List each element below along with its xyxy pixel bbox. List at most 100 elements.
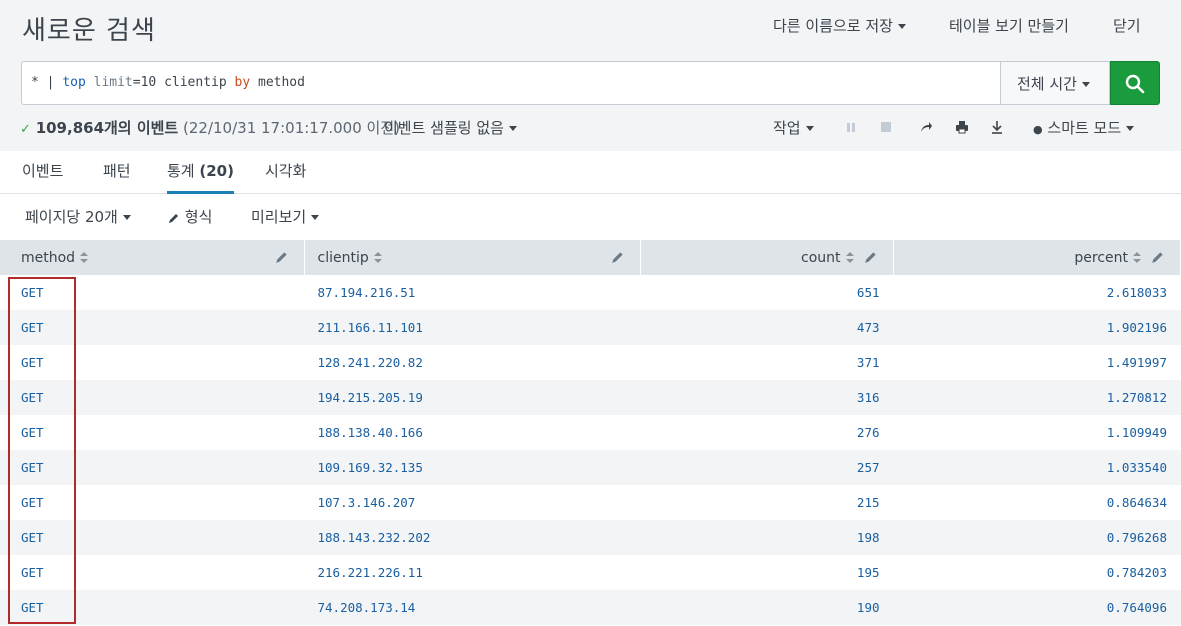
cell-percent[interactable]: 1.033540 [893,450,1181,485]
cell-count[interactable]: 198 [640,520,893,555]
cell-count[interactable]: 473 [640,310,893,345]
table-row: GET 188.143.232.202 198 0.796268 [0,520,1181,555]
chevron-down-icon [805,126,814,131]
cell-count[interactable]: 190 [640,590,893,625]
cell-count[interactable]: 215 [640,485,893,520]
cell-clientip[interactable]: 109.169.32.135 [304,450,640,485]
cell-clientip[interactable]: 188.138.40.166 [304,415,640,450]
chevron-down-icon [311,215,320,220]
cell-count[interactable]: 195 [640,555,893,590]
cell-clientip[interactable]: 87.194.216.51 [304,275,640,310]
cell-method[interactable]: GET [0,345,304,380]
save-as-label: 다른 이름으로 저장 [773,17,893,35]
column-header-percent[interactable]: percent [893,240,1181,275]
page-title: 새로운 검색 [22,16,156,46]
share-icon[interactable] [919,120,933,134]
search-mode-label: 스마트 모드 [1047,119,1122,137]
cell-clientip[interactable]: 128.241.220.82 [304,345,640,380]
query-token: | [46,75,55,90]
sort-icon[interactable] [1133,251,1141,264]
cell-method[interactable]: GET [0,380,304,415]
chevron-down-icon [897,24,906,29]
cell-method[interactable]: GET [0,520,304,555]
pencil-icon[interactable] [1151,250,1165,264]
pencil-icon[interactable] [864,250,878,264]
chevron-down-icon [1081,82,1090,87]
pencil-icon[interactable] [275,250,289,264]
cell-count[interactable]: 276 [640,415,893,450]
cell-method[interactable]: GET [0,485,304,520]
cell-count[interactable]: 651 [640,275,893,310]
cell-count[interactable]: 257 [640,450,893,485]
chevron-down-icon [1126,126,1135,131]
cell-clientip[interactable]: 216.221.226.11 [304,555,640,590]
print-icon[interactable] [955,120,969,134]
table-row: GET 216.221.226.11 195 0.784203 [0,555,1181,590]
table-row: GET 194.215.205.19 316 1.270812 [0,380,1181,415]
sort-icon[interactable] [845,251,854,264]
table-options: 페이지당 20개 형식 미리보기 [0,194,1181,240]
table-row: GET 211.166.11.101 473 1.902196 [0,310,1181,345]
cell-percent[interactable]: 0.864634 [893,485,1181,520]
save-as-menu[interactable]: 다른 이름으로 저장 [773,15,906,36]
check-icon: ✓ [20,122,31,137]
column-header-clientip[interactable]: clientip [304,240,641,275]
stop-icon[interactable] [879,120,893,134]
cell-method[interactable]: GET [0,555,304,590]
query-token: limit [93,75,133,90]
cell-clientip[interactable]: 188.143.232.202 [304,520,640,555]
format-menu[interactable]: 형식 [168,206,212,227]
cell-clientip[interactable]: 194.215.205.19 [304,380,640,415]
bulb-icon: ● [1033,123,1043,136]
tab-patterns[interactable]: 패턴 [103,160,131,191]
search-header: 새로운 검색 다른 이름으로 저장 테이블 보기 만들기 닫기 * | top … [0,0,1181,151]
pencil-icon [169,213,178,223]
column-label: percent [1074,249,1128,266]
download-icon[interactable] [990,120,1004,134]
cell-clientip[interactable]: 211.166.11.101 [304,310,640,345]
chevron-down-icon [122,215,131,220]
cell-clientip[interactable]: 74.208.173.14 [304,590,640,625]
cell-method[interactable]: GET [0,590,304,625]
sampling-label: 이벤트 샘플링 없음 [384,119,504,137]
search-icon [1125,74,1145,94]
per-page-menu[interactable]: 페이지당 20개 [25,206,131,227]
job-menu[interactable]: 작업 [773,117,814,138]
tab-statistics-label: 통계 [167,162,195,180]
pencil-icon[interactable] [611,250,625,264]
cell-method[interactable]: GET [0,415,304,450]
format-label: 형식 [184,208,213,226]
sampling-menu[interactable]: 이벤트 샘플링 없음 [384,117,517,138]
cell-percent[interactable]: 1.902196 [893,310,1181,345]
column-label: clientip [317,249,369,266]
cell-percent[interactable]: 0.764096 [893,590,1181,625]
chevron-down-icon [508,126,517,131]
time-range-picker[interactable]: 전체 시간 [1000,61,1110,105]
cell-percent[interactable]: 1.270812 [893,380,1181,415]
cell-percent[interactable]: 0.784203 [893,555,1181,590]
pause-icon[interactable] [844,120,858,134]
column-header-count[interactable]: count [640,240,894,275]
search-input[interactable]: * | top limit=10 clientip by method [21,61,1001,105]
cell-method[interactable]: GET [0,275,304,310]
sort-icon[interactable] [373,251,382,264]
cell-method[interactable]: GET [0,450,304,485]
make-table-view-link[interactable]: 테이블 보기 만들기 [949,15,1069,36]
sort-icon[interactable] [80,251,89,264]
cell-percent[interactable]: 0.796268 [893,520,1181,555]
cell-method[interactable]: GET [0,310,304,345]
tab-visualization[interactable]: 시각화 [265,160,306,191]
cell-percent[interactable]: 1.491997 [893,345,1181,380]
cell-percent[interactable]: 1.109949 [893,415,1181,450]
preview-menu[interactable]: 미리보기 [251,206,320,227]
tab-events[interactable]: 이벤트 [22,160,63,191]
cell-count[interactable]: 316 [640,380,893,415]
cell-percent[interactable]: 2.618033 [893,275,1181,310]
tab-statistics[interactable]: 통계 (20) [167,160,234,194]
search-button[interactable] [1110,61,1160,105]
close-link[interactable]: 닫기 [1113,15,1141,36]
search-mode-menu[interactable]: ● 스마트 모드 [1033,117,1135,138]
cell-count[interactable]: 371 [640,345,893,380]
column-header-method[interactable]: method [0,240,305,275]
cell-clientip[interactable]: 107.3.146.207 [304,485,640,520]
